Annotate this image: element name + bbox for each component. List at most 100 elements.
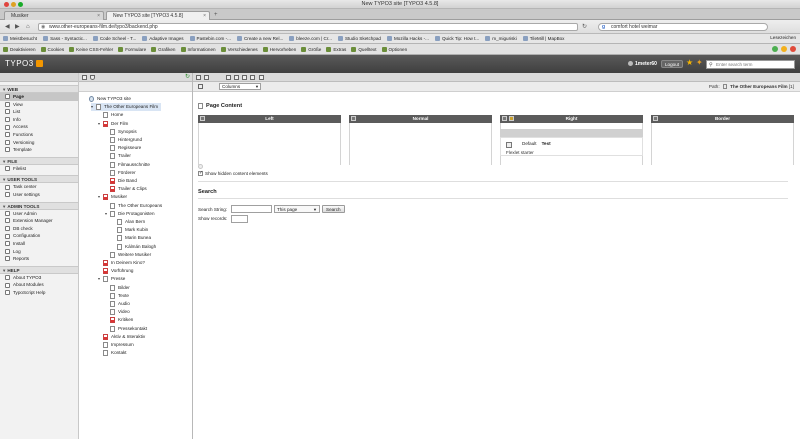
module-task-center[interactable]: Task center bbox=[0, 183, 78, 191]
bookmark-item[interactable]: Sass - Syntactic... bbox=[43, 36, 87, 41]
page-icon[interactable] bbox=[117, 235, 122, 242]
module-view[interactable]: View bbox=[0, 101, 78, 109]
bookmark-item[interactable]: bleeze.com | Cr... bbox=[289, 36, 332, 41]
collapse-icon[interactable]: ▾ bbox=[91, 103, 95, 111]
tree-node[interactable]: Kritiken bbox=[105, 316, 133, 324]
tree-node[interactable]: Impressum bbox=[98, 341, 134, 349]
hidden-page-icon[interactable] bbox=[103, 194, 108, 201]
tree-node[interactable]: Synopsis bbox=[105, 128, 137, 136]
page-icon[interactable] bbox=[110, 210, 115, 217]
module-versioning[interactable]: Versioning bbox=[0, 139, 78, 147]
module-typoscript-help[interactable]: TypoScript Help bbox=[0, 289, 78, 297]
tree-node[interactable]: Die Band bbox=[105, 177, 137, 185]
page-icon[interactable] bbox=[117, 227, 122, 234]
page-properties-icon[interactable] bbox=[234, 75, 239, 80]
back-button[interactable]: ◀ bbox=[5, 23, 10, 31]
page-icon[interactable] bbox=[110, 145, 115, 152]
webdev-menu-item[interactable]: Informationen bbox=[180, 46, 216, 52]
filter-icon[interactable] bbox=[90, 75, 95, 80]
bookmarks-menu[interactable]: Lesezeichen bbox=[770, 35, 796, 40]
close-window-button[interactable] bbox=[4, 2, 9, 7]
collapse-icon[interactable]: ▾ bbox=[105, 210, 109, 218]
new-content-icon[interactable] bbox=[200, 116, 205, 121]
bookmark-item[interactable]: Adaptive Images bbox=[142, 36, 184, 41]
webdev-menu-item[interactable]: Formulare bbox=[118, 46, 146, 52]
tree-node[interactable]: Aktiv & Interaktiv bbox=[98, 333, 145, 341]
tree-node[interactable]: Texte bbox=[105, 292, 129, 300]
home-icon[interactable]: ⌂ bbox=[26, 23, 30, 31]
logout-button[interactable]: Logout bbox=[661, 60, 684, 68]
page-icon[interactable] bbox=[110, 251, 115, 258]
page-icon[interactable] bbox=[110, 137, 115, 143]
new-page-icon[interactable] bbox=[82, 75, 87, 80]
new-content-icon[interactable] bbox=[653, 116, 658, 121]
webdev-menu-item[interactable]: Größe bbox=[301, 46, 321, 52]
module-group-admin-tools[interactable]: ▾ ADMIN TOOLS bbox=[0, 201, 78, 210]
page-icon[interactable] bbox=[103, 276, 108, 283]
shortcut-icon[interactable] bbox=[198, 84, 203, 89]
tree-node[interactable]: In Deinem Kino? bbox=[98, 259, 145, 267]
page-icon[interactable] bbox=[110, 325, 115, 332]
globe-icon[interactable] bbox=[89, 96, 94, 102]
bookmark-item[interactable]: Studio Sketchpad bbox=[337, 36, 381, 41]
module-extension-manager[interactable]: Extension Manager bbox=[0, 217, 78, 225]
webdev-menu-item[interactable]: Cookies bbox=[40, 46, 64, 52]
tree-node[interactable]: Video bbox=[105, 308, 130, 316]
module-template[interactable]: Template bbox=[0, 146, 78, 154]
module-group-user-tools[interactable]: ▾ USER TOOLS bbox=[0, 175, 78, 184]
error-icon[interactable] bbox=[790, 46, 796, 52]
typo3-logo[interactable]: TYPO3 bbox=[5, 59, 43, 68]
module-db-check[interactable]: DB check bbox=[0, 225, 78, 233]
refresh-icon[interactable]: ↻ bbox=[185, 74, 190, 80]
page-icon[interactable] bbox=[117, 243, 122, 250]
search-button[interactable]: Search bbox=[322, 205, 345, 213]
tree-node[interactable]: Home bbox=[98, 111, 123, 119]
check-icon[interactable] bbox=[772, 46, 778, 52]
tree-node[interactable]: Trailer & Clips bbox=[105, 185, 147, 193]
bookmark-item[interactable]: Create a new Rel... bbox=[236, 36, 283, 41]
page-icon[interactable] bbox=[110, 284, 115, 291]
show-records-input[interactable] bbox=[231, 215, 248, 223]
edit-column-icon[interactable] bbox=[509, 116, 514, 121]
tree-node[interactable]: Bilder bbox=[105, 284, 130, 292]
collapse-icon[interactable]: ▾ bbox=[98, 193, 102, 201]
tree-node[interactable]: ▾ The Other Europeans Film bbox=[91, 103, 162, 112]
page-icon[interactable] bbox=[103, 350, 108, 357]
module-user-admin[interactable]: User Admin bbox=[0, 210, 78, 218]
tree-node[interactable]: Marin Bunea bbox=[112, 234, 151, 242]
page-icon[interactable] bbox=[103, 342, 108, 348]
bookmark-item[interactable]: Meistbesucht bbox=[3, 36, 37, 41]
module-install[interactable]: Install bbox=[0, 240, 78, 248]
reload-button[interactable]: ↻ bbox=[582, 23, 587, 31]
new-content-icon[interactable] bbox=[351, 116, 356, 121]
edit-page-icon[interactable] bbox=[226, 75, 231, 80]
move-page-icon[interactable] bbox=[242, 75, 247, 80]
module-access[interactable]: Access bbox=[0, 123, 78, 131]
view-mode-select[interactable]: Columns ▼ bbox=[219, 83, 261, 90]
close-tab-icon[interactable]: × bbox=[203, 12, 206, 20]
clear-cache-icon[interactable] bbox=[259, 75, 264, 80]
close-tab-icon[interactable]: × bbox=[97, 12, 100, 20]
forward-button[interactable]: ▶ bbox=[15, 23, 20, 31]
tree-node[interactable]: Mark Kubin bbox=[112, 226, 148, 234]
tab-typo3[interactable]: New TYPO3 site [TYPO3 4.5.8] × bbox=[106, 11, 210, 20]
module-reports[interactable]: Reports bbox=[0, 255, 78, 263]
page-icon[interactable] bbox=[110, 161, 115, 168]
collapse-icon[interactable]: ▾ bbox=[98, 275, 102, 283]
module-about-modules[interactable]: About Modules bbox=[0, 281, 78, 289]
browser-search-input[interactable]: g comfort hotel weimar bbox=[598, 23, 768, 31]
page-icon[interactable] bbox=[96, 104, 101, 111]
typo3-search-input[interactable]: ⚲ Enter search term bbox=[706, 60, 795, 69]
module-list[interactable]: List bbox=[0, 108, 78, 116]
path-page-title[interactable]: The Other Europeans Film bbox=[730, 84, 787, 89]
tree-node[interactable]: Weitere Musiker bbox=[105, 251, 151, 259]
bookmark-item[interactable]: Pastebin.com -... bbox=[189, 36, 231, 41]
tree-node[interactable]: Kontakt bbox=[98, 349, 127, 357]
module-group-web[interactable]: ▾ WEB bbox=[0, 85, 78, 93]
tree-node[interactable]: New TYPO3 site bbox=[84, 95, 131, 103]
url-bar[interactable]: ◉ www.other-europeans-film.de/typo3/back… bbox=[38, 23, 578, 31]
module-group-help[interactable]: ▾ HELP bbox=[0, 265, 78, 274]
module-log[interactable]: Log bbox=[0, 248, 78, 256]
tree-node[interactable]: Trailer bbox=[105, 152, 131, 160]
tree-node[interactable]: Pressekontakt bbox=[105, 325, 147, 333]
